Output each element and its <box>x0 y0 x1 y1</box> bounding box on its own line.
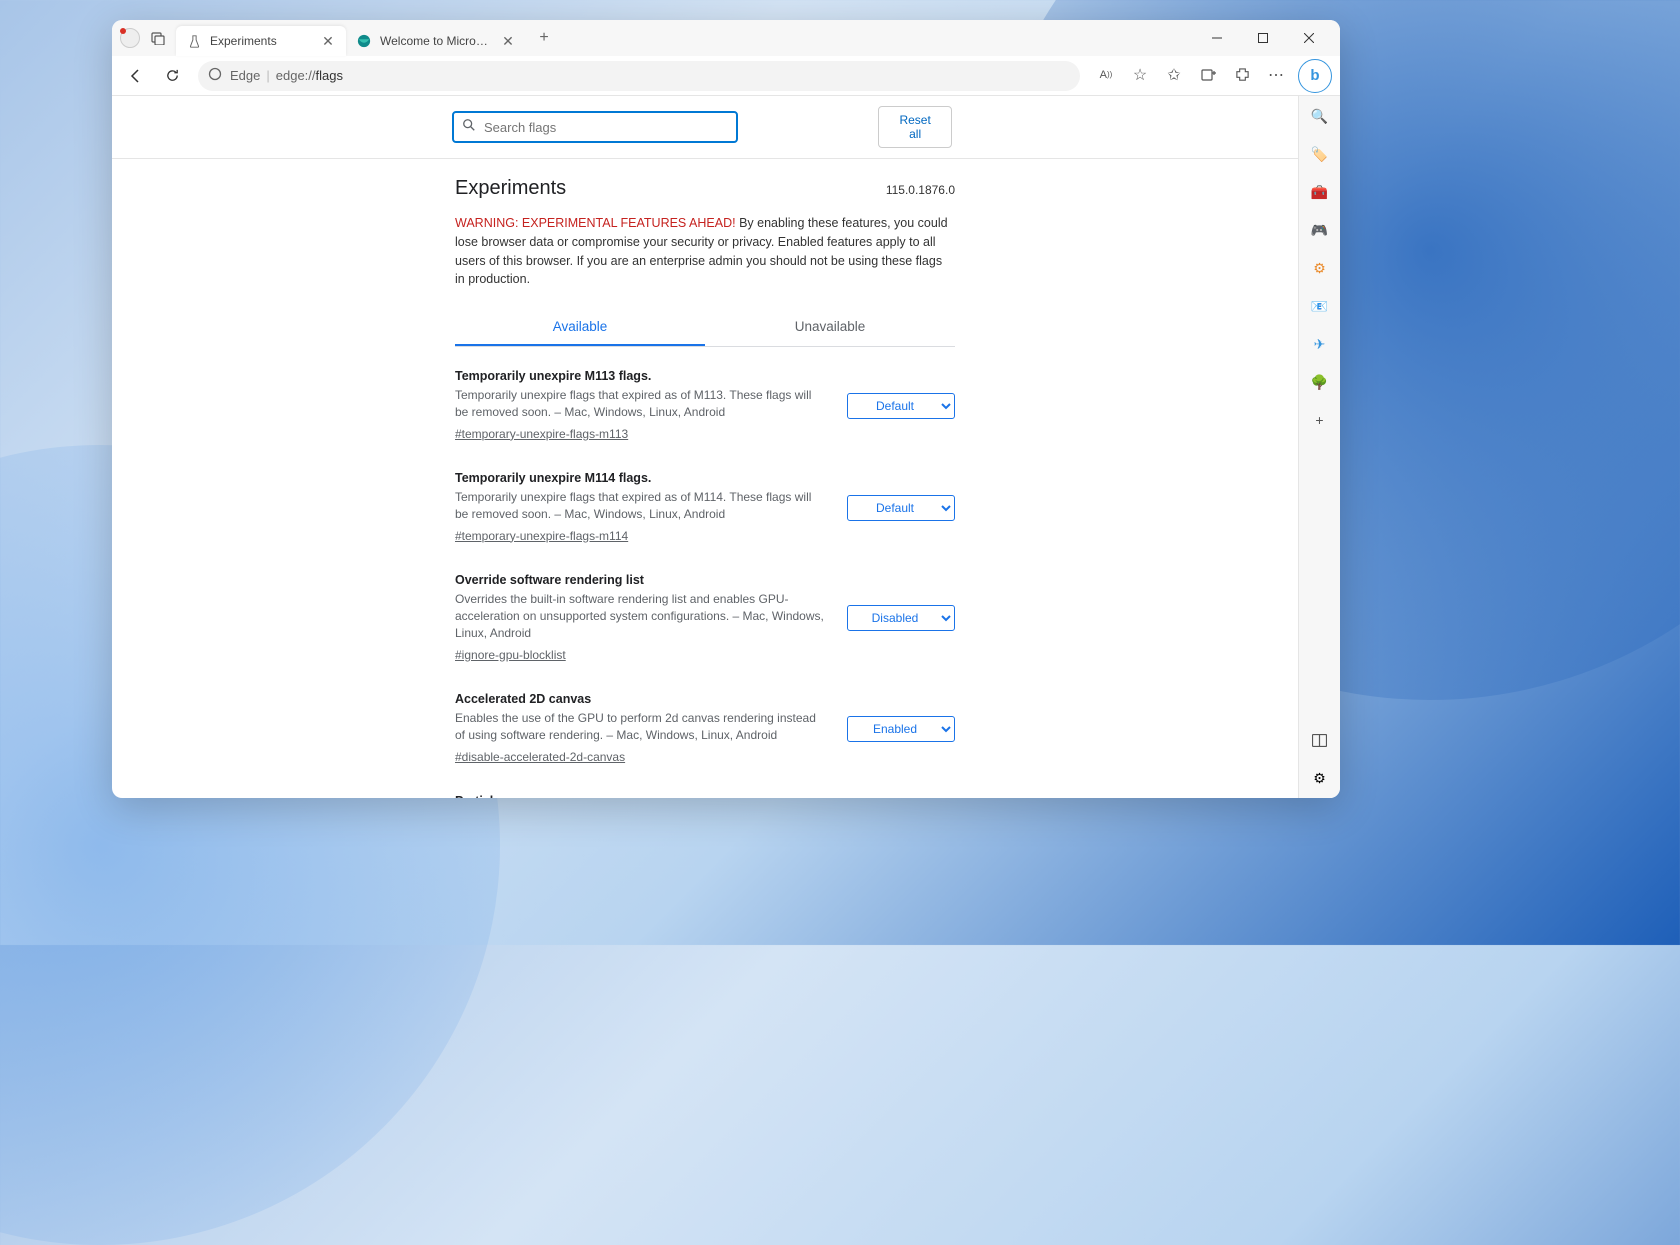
flag-description: Overrides the built-in software renderin… <box>455 591 827 643</box>
tab-close-button[interactable]: ✕ <box>320 33 336 49</box>
flag-state-select[interactable]: DefaultEnabledDisabled <box>847 716 955 742</box>
profile-badge[interactable] <box>120 28 140 48</box>
flag-title: Partial swap <box>455 794 827 798</box>
flag-description: Enables the use of the GPU to perform 2d… <box>455 710 827 745</box>
flag-search-box[interactable] <box>452 111 738 143</box>
search-icon[interactable]: 🔍 <box>1308 104 1332 128</box>
version-label: 115.0.1876.0 <box>886 183 955 197</box>
tools-icon[interactable]: 🧰 <box>1308 180 1332 204</box>
edge-sidebar: 🔍 🏷️ 🧰 🎮 ⚙ 📧 ✈ 🌳 + ⚙ <box>1298 96 1340 798</box>
flag-description: Temporarily unexpire flags that expired … <box>455 489 827 524</box>
address-prefix: Edge <box>230 68 260 83</box>
games-icon[interactable]: 🎮 <box>1308 218 1332 242</box>
bing-chat-button[interactable]: b <box>1298 59 1332 93</box>
office-icon[interactable]: ⚙ <box>1308 256 1332 280</box>
address-url: edge://flags <box>276 68 343 83</box>
flag-title: Override software rendering list <box>455 573 827 587</box>
sticky-header: Reset all <box>112 96 1298 159</box>
flag-search-input[interactable] <box>484 120 728 135</box>
menu-button[interactable]: ⋯ <box>1260 59 1292 91</box>
browser-window: Experiments✕Welcome to Microsoft Edge Ca… <box>112 20 1340 798</box>
flag-anchor-link[interactable]: #temporary-unexpire-flags-m113 <box>455 427 628 441</box>
favorite-button[interactable]: ☆ <box>1124 59 1156 91</box>
flag-title: Temporarily unexpire M114 flags. <box>455 471 827 485</box>
flag-item: Partial swapSets partial swap behavior. … <box>455 794 955 798</box>
browser-tab[interactable]: Experiments ✕ <box>176 26 346 56</box>
tab-close-button[interactable]: ✕ <box>500 33 516 49</box>
flag-item: Temporarily unexpire M113 flags. Temporar… <box>455 369 955 443</box>
new-tab-button[interactable]: + <box>530 24 558 52</box>
minimize-button[interactable] <box>1194 23 1240 53</box>
tab-title: Experiments <box>210 34 312 48</box>
close-button[interactable] <box>1286 23 1332 53</box>
page-content: Experiments 115.0.1876.0 WARNING: EXPERI… <box>455 159 955 798</box>
flag-anchor-link[interactable]: #temporary-unexpire-flags-m114 <box>455 529 628 543</box>
tree-icon[interactable]: 🌳 <box>1308 370 1332 394</box>
back-button[interactable] <box>120 60 152 92</box>
flag-tabs: Available Unavailable <box>455 309 955 347</box>
add-icon[interactable]: + <box>1308 408 1332 432</box>
flag-state-select[interactable]: DefaultEnabledDisabled <box>847 495 955 521</box>
toolbar: Edge | edge://flags A)) ☆ ✩ ⋯ b <box>112 56 1340 96</box>
tab-title: Welcome to Microsoft Edge Can... <box>380 34 492 48</box>
flag-list: Temporarily unexpire M113 flags. Temporar… <box>455 369 955 798</box>
reset-all-button[interactable]: Reset all <box>878 106 952 148</box>
maximize-button[interactable] <box>1240 23 1286 53</box>
tab-unavailable[interactable]: Unavailable <box>705 309 955 346</box>
flag-state-select[interactable]: DefaultEnabledDisabled <box>847 605 955 631</box>
settings-button[interactable]: ⚙ <box>1308 766 1332 790</box>
flag-description: Temporarily unexpire flags that expired … <box>455 387 827 422</box>
outlook-icon[interactable]: 📧 <box>1308 294 1332 318</box>
flag-anchor-link[interactable]: #disable-accelerated-2d-canvas <box>455 750 625 764</box>
flag-title: Temporarily unexpire M113 flags. <box>455 369 827 383</box>
flag-state-select[interactable]: DefaultEnabledDisabled <box>847 393 955 419</box>
flag-item: Temporarily unexpire M114 flags. Temporar… <box>455 471 955 545</box>
drop-icon[interactable]: ✈ <box>1308 332 1332 356</box>
notification-dot-icon <box>120 28 126 34</box>
search-icon <box>462 118 476 137</box>
tab-actions-button[interactable] <box>148 28 168 48</box>
window-controls <box>1194 23 1332 53</box>
shopping-icon[interactable]: 🏷️ <box>1308 142 1332 166</box>
tab-strip: Experiments✕Welcome to Microsoft Edge Ca… <box>176 20 526 56</box>
warning-text: WARNING: EXPERIMENTAL FEATURES AHEAD! By… <box>455 214 955 289</box>
flag-item: Accelerated 2D canvas Enables the use of … <box>455 692 955 766</box>
flag-anchor-link[interactable]: #ignore-gpu-blocklist <box>455 648 566 662</box>
page-title: Experiments <box>455 177 566 200</box>
content-area: Reset all Experiments 115.0.1876.0 WARNI… <box>112 96 1340 798</box>
address-bar[interactable]: Edge | edge://flags <box>198 61 1080 91</box>
read-aloud-button[interactable]: A)) <box>1090 59 1122 91</box>
extensions-button[interactable] <box>1226 59 1258 91</box>
flask-icon <box>186 33 202 49</box>
edge-icon <box>356 33 372 49</box>
flag-item: Override software rendering list Override… <box>455 573 955 664</box>
refresh-button[interactable] <box>156 60 188 92</box>
flag-title: Accelerated 2D canvas <box>455 692 827 706</box>
address-separator: | <box>266 68 269 83</box>
address-text: Edge | edge://flags <box>230 68 343 83</box>
edge-circle-icon <box>208 67 222 84</box>
titlebar: Experiments✕Welcome to Microsoft Edge Ca… <box>112 20 1340 56</box>
split-screen-button[interactable] <box>1308 728 1332 752</box>
main-scroll[interactable]: Reset all Experiments 115.0.1876.0 WARNI… <box>112 96 1298 798</box>
browser-tab[interactable]: Welcome to Microsoft Edge Can... ✕ <box>346 26 526 56</box>
favorites-list-button[interactable]: ✩ <box>1158 59 1190 91</box>
collections-button[interactable] <box>1192 59 1224 91</box>
warning-prefix: WARNING: EXPERIMENTAL FEATURES AHEAD! <box>455 216 736 230</box>
tab-available[interactable]: Available <box>455 309 705 346</box>
